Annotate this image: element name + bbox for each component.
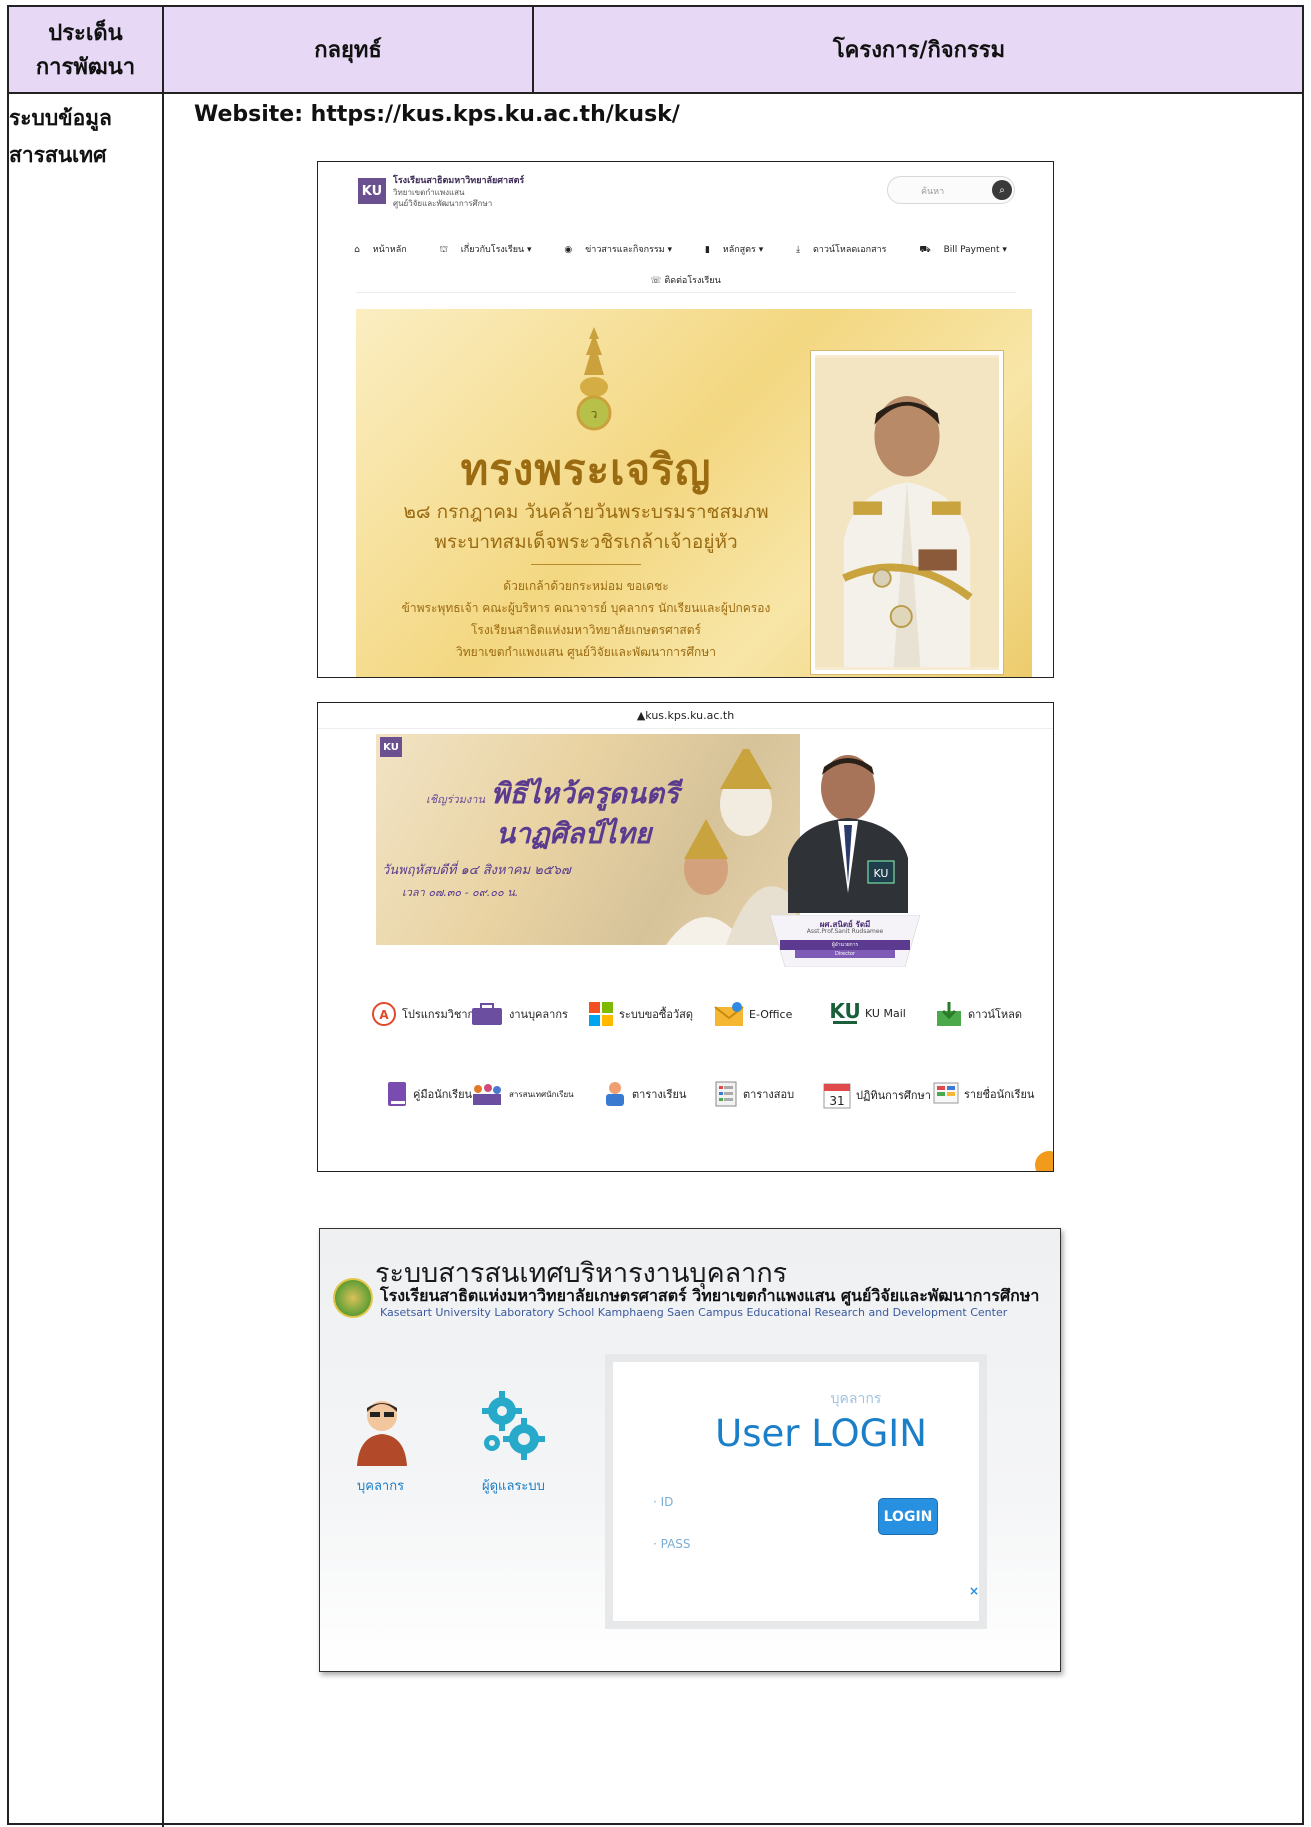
column-divider [162,7,164,1827]
admin-label[interactable]: ผู้ดูแลระบบ [482,1475,545,1496]
login-button[interactable]: LOGIN [878,1498,938,1535]
ku-icon: KU [830,999,860,1024]
link-ku-mail[interactable]: KU KU Mail [830,996,906,1030]
scroll-top-button[interactable] [1035,1151,1053,1171]
search-icon[interactable]: ⌕ [992,180,1012,200]
nav-download[interactable]: ⤓ ดาวน์โหลดเอกสาร [796,245,896,255]
school-seal-icon [333,1278,373,1318]
svg-text:A: A [379,1008,389,1022]
browser-bar: ▲kus.kps.ku.ac.th [318,703,1053,729]
main-nav: ⌂ หน้าหลัก ⛫ เกี่ยวกับโรงเรียน ▾ ◉ ข่าวส… [318,242,1053,256]
link-student-handbook[interactable]: คู่มือนักเรียน [386,1081,472,1107]
students-icon [473,1084,501,1105]
banner-small-text: ด้วยเกล้าด้วยกระหม่อม ขอเดชะ [503,579,669,593]
nav-about[interactable]: ⛫ เกี่ยวกับโรงเรียน ▾ [440,245,542,255]
link-exam-schedule[interactable]: ตารางสอบ [714,1081,794,1107]
aplus-icon: A [372,1002,396,1026]
school-name: โรงเรียนสาธิตมหาวิทยาลัยศาสตร์ วิทยาเขตก… [393,176,525,208]
gear-icon[interactable] [480,1389,546,1463]
personnel-icon[interactable] [353,1396,411,1466]
table-header-row: ประเด็น การพัฒนา กลยุทธ์ โครงการ/กิจกรรม [9,7,1302,94]
ku-logo: KU [380,737,402,757]
banner-date: วันพฤหัสบดีที่ ๑๔ สิงหาคม ๒๕๖๗ [382,863,571,878]
king-portrait-image [811,351,1003,674]
svg-text:KU: KU [830,999,860,1023]
royal-banner: ว ทรงพระเจริญ ๒๘ กรกฎาคม วันคล้ายวันพระบ… [356,309,1032,677]
link-academic-program[interactable]: A โปรแกรมวิชาการ [371,1001,486,1027]
banner-line: พระบาทสมเด็จพระวชิรเกล้าเจ้าอยู่หัว [434,531,738,553]
login-caption: บุคลากร [830,1391,882,1407]
director-namecard: ผศ.สนิตย์ รัดมี Asst.Prof.Sanit Rudsamee… [770,915,920,967]
ku-logo: KU [358,178,386,204]
banner-time: เวลา ๐๗.๓๐ - ๐๙.๐๐ น. [402,886,519,899]
windows-icon [589,1002,613,1026]
divider [356,292,1016,293]
mail-icon [714,1002,744,1026]
banner-small-text: โรงเรียนสาธิตแห่งมหาวิทยาลัยเกษตรศาสตร์ [470,623,701,637]
login-card: บุคลากร User LOGIN · ID · PASS LOGIN × [605,1354,987,1629]
banner-small-text: ข้าพระพุทธเจ้า คณะผู้บริหาร คณาจารย์ บุค… [401,601,771,615]
school-name-english: Kasetsart University Laboratory School K… [380,1306,1008,1319]
search-placeholder: ค้นหา [921,187,945,197]
link-student-list[interactable]: รายชื่อนักเรียน [933,1081,1034,1107]
student-list-icon [933,1082,959,1104]
header-issue: ประเด็น การพัฒนา [35,20,136,80]
header-strategy: กลยุทธ์ [314,37,382,63]
royal-emblem-icon: ว [576,327,612,431]
link-class-schedule[interactable]: ตารางเรียน [603,1081,686,1107]
close-icon[interactable]: × [969,1584,979,1598]
nav-contact[interactable]: ☏ ติดต่อโรงเรียน [318,273,1053,287]
link-download[interactable]: ดาวน์โหลด [935,1001,1022,1027]
nav-home[interactable]: ⌂ หน้าหลัก [354,245,417,255]
hr-login-screenshot: ระบบสารสนเทศบริหารงานบุคลากร โรงเรียนสาธ… [319,1228,1061,1672]
book-icon [388,1082,406,1106]
nav-curriculum[interactable]: ▮ หลักสูตร ▾ [705,245,773,255]
address-bar[interactable]: ▲kus.kps.ku.ac.th [318,709,1053,722]
personnel-label[interactable]: บุคลากร [357,1475,404,1496]
banner-line: ๒๘ กรกฎาคม วันคล้ายวันพระบรมราชสมภพ [403,501,769,523]
director-photo: KU [788,755,908,913]
link-e-office[interactable]: E-Office [714,1001,792,1027]
svg-text:31: 31 [829,1094,844,1108]
login-title: User LOGIN [715,1412,927,1455]
website-screenshot-portal: ▲kus.kps.ku.ac.th KU เชิญร่วมงาน พิธีไหว้… [317,702,1054,1172]
banner-small-text: วิทยาเขตกำแพงแสน ศูนย์วิจัยและพัฒนาการศึ… [456,645,716,659]
nav-bill-payment[interactable]: ⛟ Bill Payment ▾ [919,245,1017,255]
link-academic-calendar[interactable]: 31 ปฏิทินการศึกษา [823,1081,931,1109]
row-label: ระบบข้อมูล สารสนเทศ [9,106,112,167]
teacher-icon [606,1082,624,1106]
header-project: โครงการ/กิจกรรม [832,37,1006,63]
website-screenshot-home: KU โรงเรียนสาธิตมหาวิทยาลัยศาสตร์ วิทยาเ… [317,161,1054,678]
website-url[interactable]: Website: https://kus.kps.ku.ac.th/kusk/ [194,102,680,127]
svg-text:ว: ว [591,407,598,421]
pass-field[interactable]: · PASS [653,1537,691,1551]
banner-title: ทรงพระเจริญ [460,445,712,494]
id-field[interactable]: · ID [653,1495,673,1509]
download-icon [937,1002,961,1026]
svg-text:KU: KU [874,867,889,880]
search-box[interactable]: ค้นหา ⌕ [887,176,1015,204]
link-student-info[interactable]: สารสนเทศนักเรียน [470,1081,574,1107]
link-personnel[interactable]: งานบุคลากร [470,1001,568,1027]
calendar-icon: 31 [823,1083,851,1109]
event-banner: KU เชิญร่วมงาน พิธีไหว้ครูดนตรี นาฏศิลป์ไ… [376,734,800,945]
banner-title: นาฏศิลป์ไทย [496,817,652,850]
column-divider [532,7,534,94]
link-procurement[interactable]: ระบบขอซื้อวัสดุ [588,1001,693,1027]
nav-news[interactable]: ◉ ข่าวสารและกิจกรรม ▾ [564,245,682,255]
test-list-icon [715,1081,737,1107]
ornament-divider [531,564,641,565]
briefcase-icon [472,1003,502,1025]
